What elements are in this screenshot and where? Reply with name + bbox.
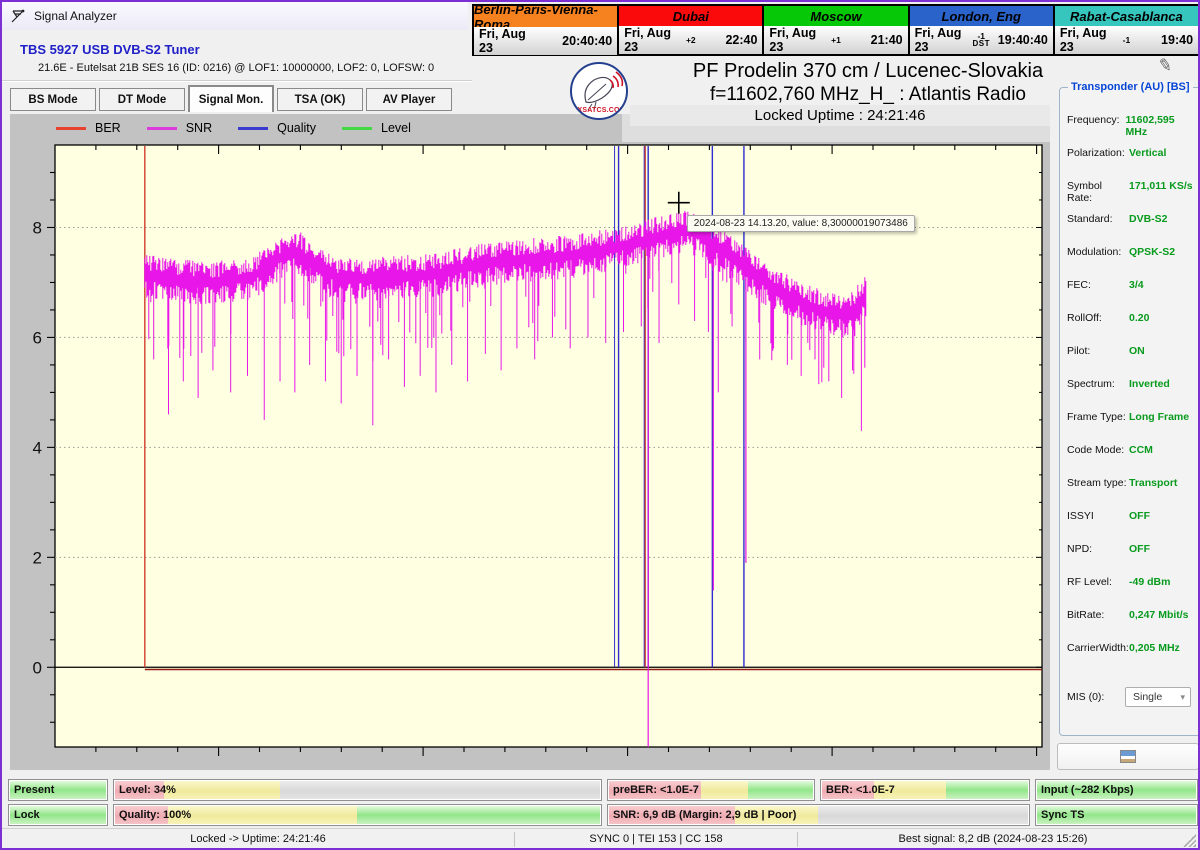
clock-city: London, Eng xyxy=(910,6,1053,26)
mis-select[interactable]: Single ▾ xyxy=(1125,687,1191,707)
bar-ber: BER: <1.0E-7 xyxy=(820,779,1030,801)
tp-row-symbol-rate-: Symbol Rate:171,011 KS/s xyxy=(1067,180,1195,194)
clock-2: DubaiFri, Aug 23+222:40 xyxy=(619,6,764,54)
transponder-panel: Transponder (AU) [BS] Frequency:11602,59… xyxy=(1059,87,1200,736)
bar-preber: preBER: <1.0E-7 xyxy=(607,779,815,801)
statusbar-lock-uptime: Locked -> Uptime: 24:21:46 xyxy=(2,829,514,849)
clock-city: Rabat-Casablanca xyxy=(1055,6,1198,26)
clock-time-row: Fri, Aug 23-119:40 xyxy=(1055,26,1198,54)
tp-row-frame-type-: Frame Type:Long Frame xyxy=(1067,411,1195,425)
legend-label: SNR xyxy=(186,121,212,135)
tp-row-code-mode-: Code Mode:CCM xyxy=(1067,444,1195,458)
legend-item-quality: Quality xyxy=(238,121,316,135)
clock-city: Moscow xyxy=(764,6,907,26)
tp-row-bitrate-: BitRate:0,247 Mbit/s xyxy=(1067,609,1195,623)
edit-clocks-icon[interactable]: ✎ xyxy=(1156,55,1174,77)
signal-analyzer-window: Signal Analyzer Berlin-Paris-Vienna-Roma… xyxy=(0,0,1200,850)
mis-row: MIS (0): Single ▾ xyxy=(1067,687,1195,707)
bar-present: Present xyxy=(8,779,108,801)
signal-status-bars: PresentLevel: 34%preBER: <1.0E-7BER: <1.… xyxy=(8,779,1198,826)
legend-label: BER xyxy=(95,121,121,135)
clock-5: Rabat-CasablancaFri, Aug 23-119:40 xyxy=(1055,6,1198,54)
clock-1: Berlin-Paris-Vienna-RomaFri, Aug 2320:40… xyxy=(474,6,619,54)
chart-tooltip: 2024-08-23 14.13.20, value: 8,3000001907… xyxy=(687,215,915,232)
statusbar-best-signal: Best signal: 8,2 dB (2024-08-23 15:26) xyxy=(798,829,1188,849)
tab-dt-mode[interactable]: DT Mode xyxy=(99,88,185,111)
tuner-name: TBS 5927 USB DVB-S2 Tuner xyxy=(20,42,200,57)
statusbar: Locked -> Uptime: 24:21:46 SYNC 0 | TEI … xyxy=(2,828,1198,849)
legend-label: Quality xyxy=(277,121,316,135)
clock-time-row: Fri, Aug 2320:40:40 xyxy=(474,27,617,55)
signal-chart-widget: BER SNR Quality Level 0 2 4 6 8 xyxy=(10,114,1050,770)
tp-row-pilot-: Pilot:ON xyxy=(1067,345,1195,359)
tab-signal-mon-[interactable]: Signal Mon. xyxy=(188,85,274,112)
dxsatcs-logo: DXSATCS.COM xyxy=(570,62,628,120)
clock-time-row: Fri, Aug 23-1DST19:40:40 xyxy=(910,26,1053,54)
svg-text:6: 6 xyxy=(33,328,42,347)
svg-text:2: 2 xyxy=(33,548,42,567)
clock-3: MoscowFri, Aug 23+121:40 xyxy=(764,6,909,54)
tp-row-modulation-: Modulation:QPSK-S2 xyxy=(1067,246,1195,260)
save-button[interactable] xyxy=(1057,743,1199,770)
clock-time-row: Fri, Aug 23+121:40 xyxy=(764,26,907,54)
tp-row-frequency-: Frequency:11602,595 MHz xyxy=(1067,114,1195,128)
signal-chart[interactable]: 0 2 4 6 8 xyxy=(22,137,1044,770)
bar-lock: Lock xyxy=(8,804,108,826)
bar-level: Level: 34% xyxy=(113,779,602,801)
clock-4: London, EngFri, Aug 23-1DST19:40:40 xyxy=(910,6,1055,54)
titlebar: Signal Analyzer xyxy=(2,2,468,30)
tp-row-npd-: NPD:OFF xyxy=(1067,543,1195,557)
tp-row-issyi: ISSYIOFF xyxy=(1067,510,1195,524)
legend-item-snr: SNR xyxy=(147,121,212,135)
legend-swatch xyxy=(147,127,177,130)
tab-tsa-ok-[interactable]: TSA (OK) xyxy=(277,88,363,111)
legend-swatch xyxy=(238,127,268,130)
locked-uptime: Locked Uptime : 24:21:46 xyxy=(630,105,1050,126)
tab-av-player[interactable]: AV Player xyxy=(366,88,452,111)
site-title: PF Prodelin 370 cm / Lucenec-Slovakia xyxy=(642,60,1094,83)
chevron-down-icon: ▾ xyxy=(1180,692,1185,703)
mode-tabs: BS ModeDT ModeSignal Mon.TSA (OK)AV Play… xyxy=(10,88,452,112)
bar-quality: Quality: 100% xyxy=(113,804,602,826)
svg-text:4: 4 xyxy=(33,438,42,457)
statusbar-sync: SYNC 0 | TEI 153 | CC 158 xyxy=(515,829,797,849)
tab-bs-mode[interactable]: BS Mode xyxy=(10,88,96,111)
tp-row-stream-type-: Stream type:Transport xyxy=(1067,477,1195,491)
separator xyxy=(2,80,472,82)
tp-row-polarization-: Polarization:Vertical xyxy=(1067,147,1195,161)
save-icon xyxy=(1120,750,1136,763)
tp-row-spectrum-: Spectrum:Inverted xyxy=(1067,378,1195,392)
app-antenna-icon xyxy=(10,8,26,24)
tp-row-standard-: Standard:DVB-S2 xyxy=(1067,213,1195,227)
transponder-panel-title: Transponder (AU) [BS] xyxy=(1068,81,1193,93)
tp-row-rf-level-: RF Level:-49 dBm xyxy=(1067,576,1195,590)
world-clocks: Berlin-Paris-Vienna-RomaFri, Aug 2320:40… xyxy=(472,4,1200,56)
resize-grip[interactable] xyxy=(1183,834,1196,847)
window-title: Signal Analyzer xyxy=(34,9,117,23)
bar-snr: SNR: 6,9 dB (Margin: 2,9 dB | Poor) xyxy=(607,804,1030,826)
logo-text: DXSATCS.COM xyxy=(572,107,626,114)
svg-text:0: 0 xyxy=(33,658,42,677)
clock-city: Dubai xyxy=(619,6,762,26)
legend-item-ber: BER xyxy=(56,121,121,135)
legend-swatch xyxy=(56,127,86,130)
bar-input-282-kbps-: Input (~282 Kbps) xyxy=(1035,779,1198,801)
tp-row-fec-: FEC:3/4 xyxy=(1067,279,1195,293)
legend-label: Level xyxy=(381,121,411,135)
mis-label: MIS (0): xyxy=(1067,691,1125,703)
tp-row-carrierwidth-: CarrierWidth:0,205 MHz xyxy=(1067,642,1195,656)
bar-sync-ts: Sync TS xyxy=(1035,804,1198,826)
frequency-title: f=11602,760 MHz_H_ : Atlantis Radio xyxy=(642,84,1094,106)
tp-row-rolloff-: RollOff:0.20 xyxy=(1067,312,1195,326)
clock-city: Berlin-Paris-Vienna-Roma xyxy=(474,6,617,27)
legend-swatch xyxy=(342,127,372,130)
legend-item-level: Level xyxy=(342,121,411,135)
clock-time-row: Fri, Aug 23+222:40 xyxy=(619,26,762,54)
svg-text:8: 8 xyxy=(33,218,42,237)
tuner-info: 21.6E - Eutelsat 21B SES 16 (ID: 0216) @… xyxy=(38,62,434,74)
